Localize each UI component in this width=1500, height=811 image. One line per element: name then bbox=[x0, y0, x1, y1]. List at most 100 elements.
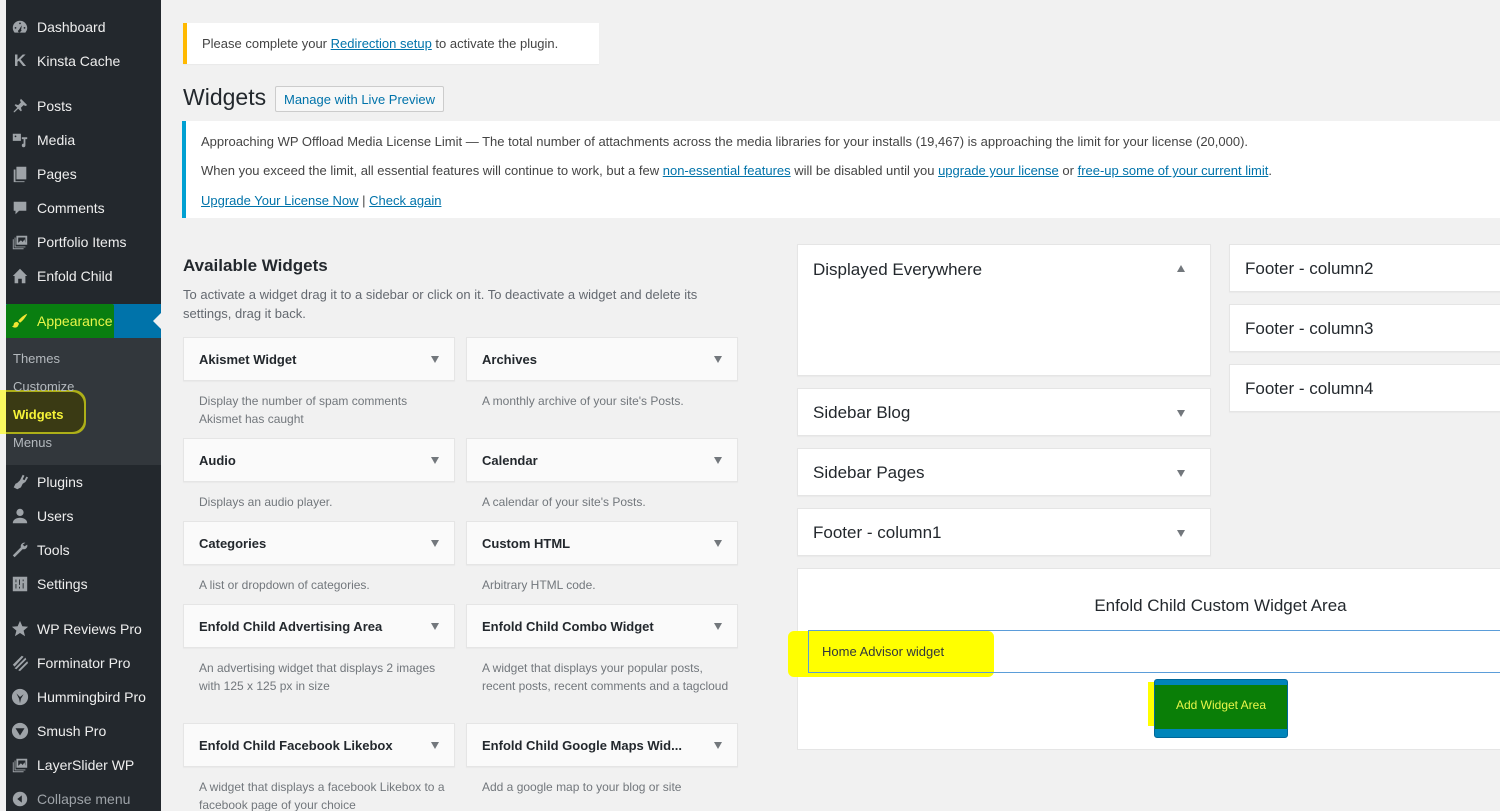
widget-area-name-input[interactable] bbox=[808, 630, 1500, 673]
chevron-down-icon[interactable] bbox=[714, 623, 722, 630]
widget-akismet[interactable]: Akismet Widget bbox=[183, 337, 455, 381]
widget-description: Displays an audio player. bbox=[199, 495, 333, 509]
menu-smush-pro[interactable]: Smush Pro bbox=[6, 714, 161, 748]
sidebar-footer-column4[interactable]: Footer - column4 bbox=[1229, 364, 1500, 412]
custom-widget-area-title: Enfold Child Custom Widget Area bbox=[1094, 596, 1347, 615]
menu-pages[interactable]: Pages bbox=[6, 157, 161, 191]
widget-description: A calendar of your site's Posts. bbox=[482, 495, 646, 509]
widget-description: A monthly archive of your site's Posts. bbox=[482, 394, 684, 408]
chevron-down-icon[interactable] bbox=[714, 457, 722, 464]
menu-label: Portfolio Items bbox=[37, 234, 127, 250]
chevron-down-icon[interactable] bbox=[1177, 470, 1185, 477]
menu-label: Dashboard bbox=[37, 19, 106, 35]
wrench-icon bbox=[10, 540, 30, 560]
menu-comments[interactable]: Comments bbox=[6, 191, 161, 225]
widget-title: Custom HTML bbox=[482, 536, 571, 551]
menu-label: Kinsta Cache bbox=[37, 53, 121, 69]
chevron-up-icon[interactable] bbox=[1177, 265, 1185, 272]
chevron-down-icon[interactable] bbox=[714, 540, 722, 547]
redirection-setup-link[interactable]: Redirection setup bbox=[331, 36, 432, 51]
sidebar-pages[interactable]: Sidebar Pages bbox=[797, 448, 1211, 496]
menu-label: Settings bbox=[37, 576, 88, 592]
widget-categories[interactable]: Categories bbox=[183, 521, 455, 565]
sidebar-title: Footer - column1 bbox=[813, 523, 942, 542]
widget-enfold-google-maps[interactable]: Enfold Child Google Maps Wid... bbox=[466, 723, 738, 767]
sidebar-displayed-everywhere[interactable]: Displayed Everywhere bbox=[797, 244, 1211, 376]
collapse-menu-button[interactable]: Collapse menu bbox=[6, 782, 161, 811]
widget-title: Enfold Child Advertising Area bbox=[199, 619, 383, 634]
page-title: Widgets bbox=[183, 84, 267, 110]
menu-hummingbird-pro[interactable]: Hummingbird Pro bbox=[6, 680, 161, 714]
menu-users[interactable]: Users bbox=[6, 499, 161, 533]
menu-dashboard[interactable]: Dashboard bbox=[6, 10, 161, 44]
available-widgets-description: To activate a widget drag it to a sideba… bbox=[183, 287, 698, 321]
menu-settings[interactable]: Settings bbox=[6, 567, 161, 601]
widget-calendar[interactable]: Calendar bbox=[466, 438, 738, 482]
chevron-down-icon[interactable] bbox=[431, 540, 439, 547]
notice-text: Please complete your Redirection setup t… bbox=[202, 36, 558, 51]
menu-appearance[interactable]: Appearance bbox=[6, 304, 161, 340]
settings-icon bbox=[10, 574, 30, 594]
menu-label: Appearance bbox=[37, 313, 113, 329]
chevron-down-icon[interactable] bbox=[431, 623, 439, 630]
user-icon bbox=[10, 506, 30, 526]
sidebar-footer-column3[interactable]: Footer - column3 bbox=[1229, 304, 1500, 352]
non-essential-features-link[interactable]: non-essential features bbox=[663, 163, 791, 178]
widget-enfold-facebook[interactable]: Enfold Child Facebook Likebox bbox=[183, 723, 455, 767]
sidebar-footer-column1[interactable]: Footer - column1 bbox=[797, 508, 1211, 556]
sidebar-footer-column2[interactable]: Footer - column2 bbox=[1229, 244, 1500, 292]
menu-label: Forminator Pro bbox=[37, 655, 131, 671]
admin-sidebar: Dashboard K Kinsta Cache Posts Media Pag… bbox=[0, 0, 161, 811]
manage-live-preview-button[interactable]: Manage with Live Preview bbox=[275, 86, 445, 112]
hummingbird-icon bbox=[10, 687, 30, 707]
notice-text-after: to activate the plugin. bbox=[431, 36, 559, 51]
upgrade-license-now-link[interactable]: Upgrade Your License Now bbox=[201, 193, 359, 208]
current-arrow bbox=[153, 313, 161, 329]
widget-archives[interactable]: Archives bbox=[466, 337, 738, 381]
widget-title: Enfold Child Google Maps Wid... bbox=[482, 738, 682, 753]
sidebar-title: Sidebar Pages bbox=[813, 463, 925, 482]
chevron-down-icon[interactable] bbox=[714, 356, 722, 363]
separator: | bbox=[358, 193, 370, 208]
chevron-down-icon[interactable] bbox=[714, 742, 722, 749]
menu-tools[interactable]: Tools bbox=[6, 533, 161, 567]
check-again-link[interactable]: Check again bbox=[369, 193, 441, 208]
widget-description: An advertising widget that displays 2 im… bbox=[199, 661, 436, 693]
widget-audio[interactable]: Audio bbox=[183, 438, 455, 482]
submenu-widgets[interactable]: Widgets bbox=[13, 407, 63, 422]
chevron-down-icon[interactable] bbox=[431, 457, 439, 464]
kinsta-icon: K bbox=[13, 51, 27, 70]
notice-line-3: Upgrade Your License Now | Check again bbox=[201, 193, 441, 208]
chevron-down-icon[interactable] bbox=[431, 742, 439, 749]
menu-enfold-child[interactable]: Enfold Child bbox=[6, 259, 161, 293]
menu-kinsta-cache[interactable]: K Kinsta Cache bbox=[6, 44, 161, 78]
menu-forminator-pro[interactable]: Forminator Pro bbox=[6, 646, 161, 680]
sidebar-blog[interactable]: Sidebar Blog bbox=[797, 388, 1211, 436]
layers-icon bbox=[10, 755, 30, 775]
widget-enfold-advertising[interactable]: Enfold Child Advertising Area bbox=[183, 604, 455, 648]
custom-widget-area-panel: Enfold Child Custom Widget Area Add Widg… bbox=[788, 568, 1500, 750]
notice-text: will be disabled until you bbox=[790, 163, 939, 178]
offload-license-notice: Approaching WP Offload Media License Lim… bbox=[182, 121, 1500, 218]
chevron-down-icon[interactable] bbox=[1177, 530, 1185, 537]
menu-portfolio-items[interactable]: Portfolio Items bbox=[6, 225, 161, 259]
submenu-menus[interactable]: Menus bbox=[13, 435, 52, 450]
menu-layerslider-wp[interactable]: LayerSlider WP bbox=[6, 748, 161, 782]
widget-custom-html[interactable]: Custom HTML bbox=[466, 521, 738, 565]
menu-plugins[interactable]: Plugins bbox=[6, 465, 161, 499]
widget-description: Add a google map to your blog or site bbox=[482, 780, 682, 794]
button-label: Add Widget Area bbox=[1175, 698, 1267, 712]
widget-enfold-combo[interactable]: Enfold Child Combo Widget bbox=[466, 604, 738, 648]
free-up-limit-link[interactable]: free-up some of your current limit bbox=[1078, 163, 1269, 178]
submenu-themes[interactable]: Themes bbox=[13, 351, 60, 366]
menu-posts[interactable]: Posts bbox=[6, 89, 161, 123]
menu-media[interactable]: Media bbox=[6, 123, 161, 157]
notice-text: or bbox=[1058, 163, 1078, 178]
chevron-down-icon[interactable] bbox=[1177, 410, 1185, 417]
chevron-down-icon[interactable] bbox=[431, 356, 439, 363]
submenu-customize[interactable]: Customize bbox=[13, 379, 74, 394]
upgrade-license-link[interactable]: upgrade your license bbox=[938, 163, 1059, 178]
add-widget-area-button[interactable]: Add Widget Area bbox=[1154, 679, 1288, 738]
menu-wp-reviews-pro[interactable]: WP Reviews Pro bbox=[6, 612, 161, 646]
sidebar-title: Sidebar Blog bbox=[813, 403, 911, 422]
